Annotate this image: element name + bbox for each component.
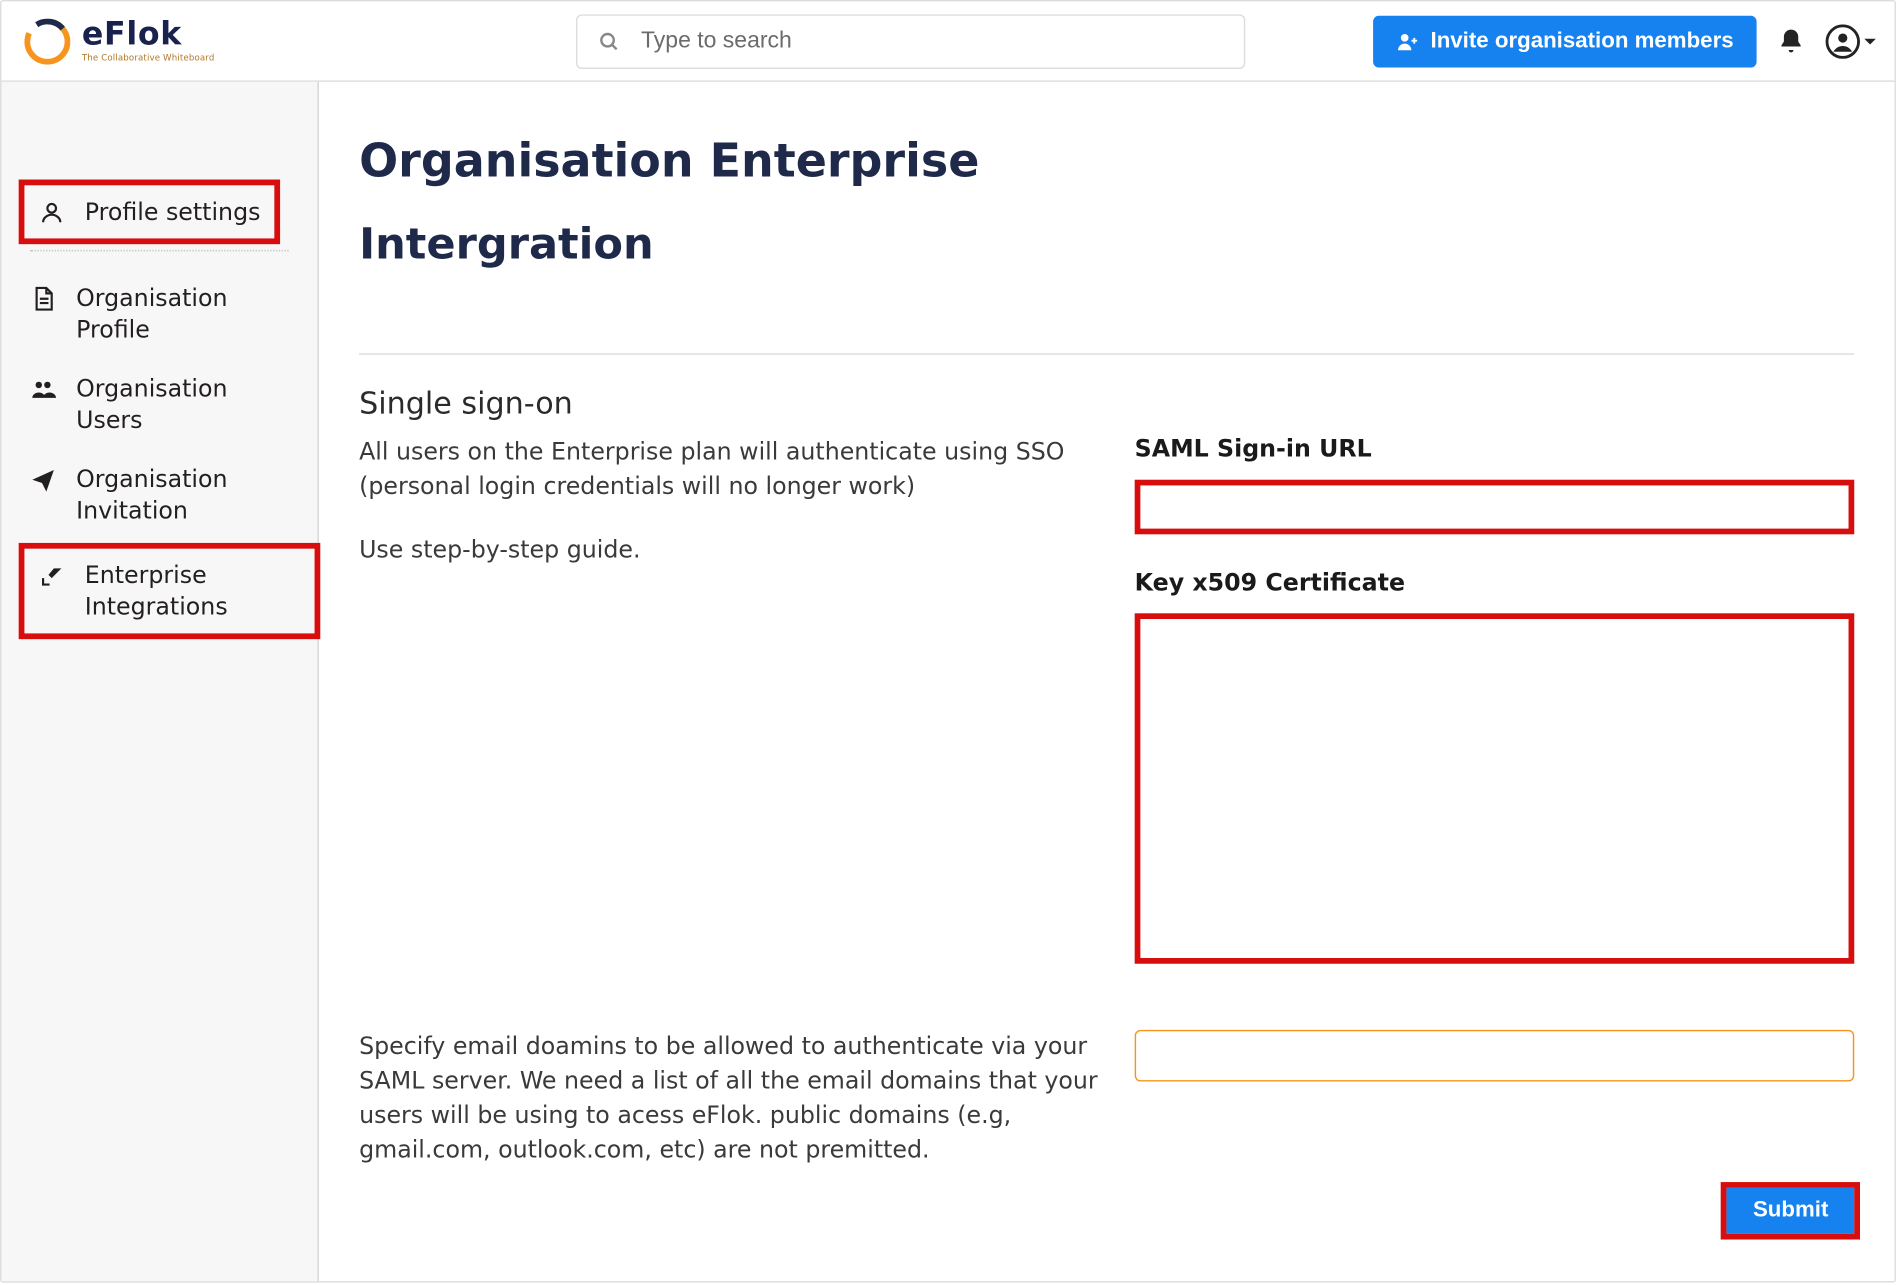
share-icon [39, 563, 65, 589]
sidebar-item-label: Profile settings [85, 197, 261, 228]
app-header: eFlok The Collaborative Whiteboard I [1, 1, 1894, 81]
main-content: Organisation Enterprise Intergration Sin… [319, 82, 1895, 1281]
sidebar-item-label: Enterprise Integrations [85, 560, 292, 622]
search-input[interactable] [638, 27, 1224, 56]
search-box[interactable] [576, 14, 1245, 69]
sidebar-item-label: Organisation Users [76, 374, 289, 436]
sidebar-item-label: Organisation Profile [76, 284, 289, 346]
allowed-domains-input[interactable] [1135, 1030, 1855, 1082]
user-circle-icon [1826, 24, 1860, 58]
saml-url-field-highlight [1135, 480, 1855, 535]
cert-textarea[interactable] [1140, 619, 1848, 952]
caret-down-icon [1863, 34, 1877, 48]
sso-guide-text: Use step-by-step guide. [359, 533, 1126, 567]
sidebar-item-organisation-invitation[interactable]: Organisation Invitation [1, 450, 317, 540]
saml-url-label: SAML Sign-in URL [1135, 435, 1855, 462]
section-sso-heading: Single sign-on [359, 386, 1854, 420]
file-icon [30, 286, 56, 312]
sidebar-separator [30, 251, 289, 252]
saml-url-input[interactable] [1140, 485, 1848, 528]
sidebar: Profile settings Organisation Profile [1, 82, 318, 1281]
sidebar-item-label: Organisation Invitation [76, 464, 289, 526]
user-icon [39, 200, 65, 226]
domain-description: Specify email doamins to be allowed to a… [359, 1030, 1126, 1167]
logo-mark-icon [24, 18, 70, 64]
send-icon [30, 467, 56, 493]
sidebar-item-organisation-profile[interactable]: Organisation Profile [1, 269, 317, 359]
submit-button[interactable]: Submit [1727, 1187, 1854, 1233]
cert-label: Key x509 Certificate [1135, 569, 1855, 596]
user-plus-icon [1396, 29, 1419, 52]
sidebar-item-organisation-users[interactable]: Organisation Users [1, 360, 317, 450]
page-subheading: Intergration [359, 220, 1854, 270]
notifications-bell-icon[interactable] [1777, 27, 1806, 56]
invite-members-label: Invite organisation members [1431, 28, 1734, 54]
brand-tagline: The Collaborative Whiteboard [82, 54, 215, 63]
sso-description: All users on the Enterprise plan will au… [359, 435, 1126, 504]
brand-logo[interactable]: eFlok The Collaborative Whiteboard [19, 18, 215, 64]
cert-field-highlight [1135, 613, 1855, 963]
sidebar-item-profile-settings[interactable]: Profile settings [22, 182, 278, 242]
search-icon [598, 29, 621, 52]
page-title: Organisation Enterprise [359, 134, 1854, 189]
divider [359, 353, 1854, 354]
invite-members-button[interactable]: Invite organisation members [1373, 15, 1757, 67]
users-icon [30, 377, 56, 403]
brand-name: eFlok [82, 19, 215, 51]
sidebar-item-enterprise-integrations[interactable]: Enterprise Integrations [22, 546, 318, 636]
user-menu[interactable] [1826, 24, 1878, 58]
